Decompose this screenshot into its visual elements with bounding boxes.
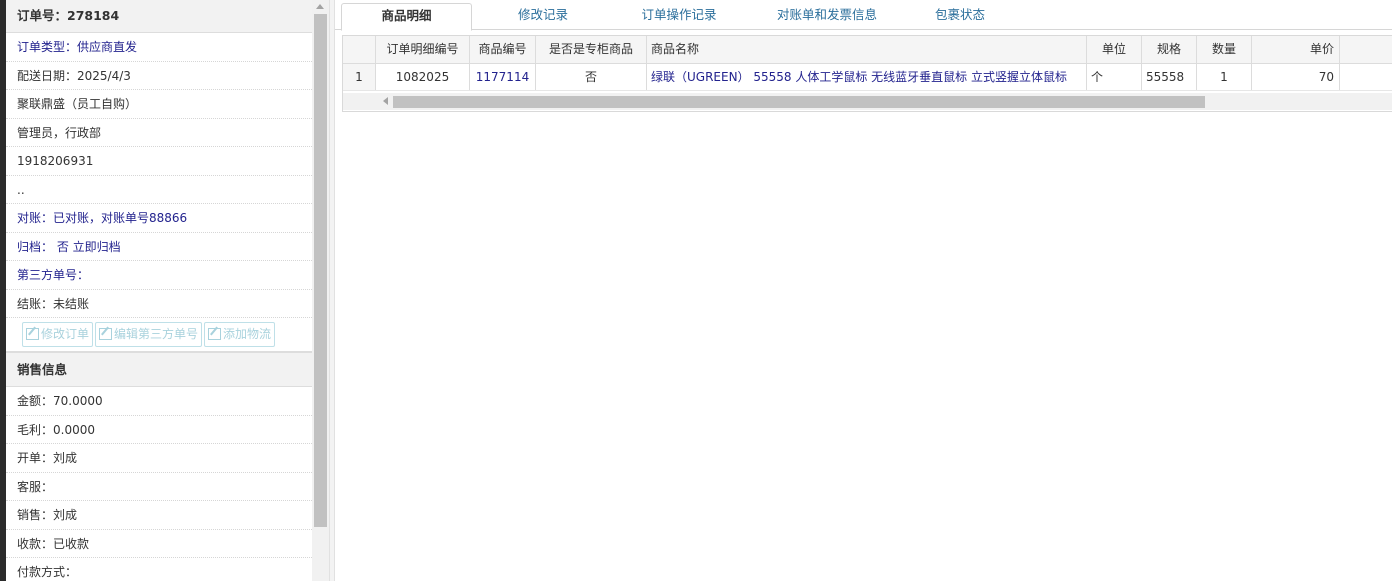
cell-spec: 55558	[1142, 64, 1197, 90]
settlement-field: 结账：未结账	[6, 290, 312, 318]
edit-order-label: 修改订单	[41, 327, 90, 341]
salesperson-field: 销售：刘成	[6, 501, 312, 530]
cell-quantity: 1	[1197, 64, 1252, 90]
order-action-buttons: 修改订单 编辑第三方单号 添加物流	[6, 318, 312, 352]
sales-info-title: 销售信息	[6, 352, 312, 387]
table-header: 订单明细编号 商品编号 是否是专柜商品 商品名称 单位 规格 数量 单价	[343, 36, 1392, 64]
order-number-title: 订单号：278184	[6, 0, 312, 33]
phone-field: 1918206931	[6, 147, 312, 176]
cell-product-no-link[interactable]: 1177114	[470, 64, 536, 90]
third-party-number-field: 第三方单号：	[6, 261, 312, 290]
address-field: ..	[6, 176, 312, 204]
cell-product-name-link[interactable]: 绿联（UGREEN） 55558 人体工学鼠标 无线蓝牙垂直鼠标 立式竖握立体鼠…	[647, 64, 1087, 90]
customer-field: 聚联鼎盛（员工自购）	[6, 90, 312, 119]
col-header-spec[interactable]: 规格	[1142, 36, 1197, 63]
tab-bar: 商品明细 修改记录 订单操作记录 对账单和发票信息 包裹状态	[335, 0, 1392, 31]
amount-field: 金额：70.0000	[6, 387, 312, 416]
sidebar-scrollbar[interactable]	[312, 0, 329, 581]
col-header-unit[interactable]: 单位	[1087, 36, 1142, 63]
horizontal-scrollbar-thumb[interactable]	[393, 96, 1205, 108]
col-header-counter-product[interactable]: 是否是专柜商品	[536, 36, 647, 63]
edit-icon	[99, 328, 113, 340]
table-row[interactable]: 1 1082025 1177114 否 绿联（UGREEN） 55558 人体工…	[343, 64, 1392, 91]
archive-field[interactable]: 归档： 否 立即归档	[6, 233, 312, 261]
issuer-field: 开单：刘成	[6, 444, 312, 473]
cell-unit: 个	[1087, 64, 1142, 90]
product-details-table: 订单明细编号 商品编号 是否是专柜商品 商品名称 单位 规格 数量 单价 1 1…	[342, 35, 1392, 112]
add-logistics-label: 添加物流	[223, 327, 272, 341]
edit-third-party-number-label: 编辑第三方单号	[114, 327, 199, 341]
payment-method-field: 付款方式：	[6, 558, 312, 581]
edit-icon	[208, 328, 222, 340]
tab-modification-log[interactable]: 修改记录	[495, 3, 591, 30]
main-panel: 商品明细 修改记录 订单操作记录 对账单和发票信息 包裹状态 订单明细编号 商品…	[335, 0, 1392, 581]
reconcile-field[interactable]: 对账：已对账，对账单号88866	[6, 204, 312, 233]
tab-order-operation-log[interactable]: 订单操作记录	[625, 3, 733, 30]
edit-order-button[interactable]: 修改订单	[22, 322, 94, 347]
col-header-product-name[interactable]: 商品名称	[647, 36, 1087, 63]
table-horizontal-scrollbar[interactable]	[343, 93, 1392, 110]
order-fields: 订单类型：供应商直发 配送日期：2025/4/3 聚联鼎盛（员工自购） 管理员，…	[6, 33, 312, 318]
tab-package-status[interactable]: 包裹状态	[915, 3, 1005, 30]
col-header-quantity[interactable]: 数量	[1197, 36, 1252, 63]
scrollbar-thumb[interactable]	[314, 14, 327, 527]
order-type-field: 订单类型：供应商直发	[6, 33, 312, 62]
col-header-index	[343, 36, 376, 63]
cell-unit-price: 70	[1252, 64, 1340, 90]
edit-icon	[26, 328, 39, 340]
gross-profit-field: 毛利：0.0000	[6, 416, 312, 444]
cell-detail-no: 1082025	[376, 64, 470, 90]
col-header-product-no[interactable]: 商品编号	[470, 36, 536, 63]
contact-field: 管理员，行政部	[6, 119, 312, 147]
col-header-detail-no[interactable]: 订单明细编号	[376, 36, 470, 63]
order-info-panel: 订单号：278184 订单类型：供应商直发 配送日期：2025/4/3 聚联鼎盛…	[6, 0, 312, 581]
tab-statement-invoice[interactable]: 对账单和发票信息	[757, 3, 897, 30]
edit-third-party-number-button[interactable]: 编辑第三方单号	[95, 322, 203, 347]
row-index: 1	[343, 64, 376, 90]
scroll-up-arrow-icon[interactable]	[316, 4, 324, 9]
cell-counter-product: 否	[536, 64, 647, 90]
payment-received-field: 收款：已收款	[6, 530, 312, 558]
add-logistics-button[interactable]: 添加物流	[204, 322, 276, 347]
sales-fields: 金额：70.0000 毛利：0.0000 开单：刘成 客服： 销售：刘成 收款：…	[6, 387, 312, 581]
customer-service-field: 客服：	[6, 473, 312, 501]
tab-product-details[interactable]: 商品明细	[341, 3, 472, 31]
delivery-date-field: 配送日期：2025/4/3	[6, 62, 312, 90]
col-header-unit-price[interactable]: 单价	[1252, 36, 1340, 63]
scroll-left-arrow-icon[interactable]	[383, 97, 388, 105]
